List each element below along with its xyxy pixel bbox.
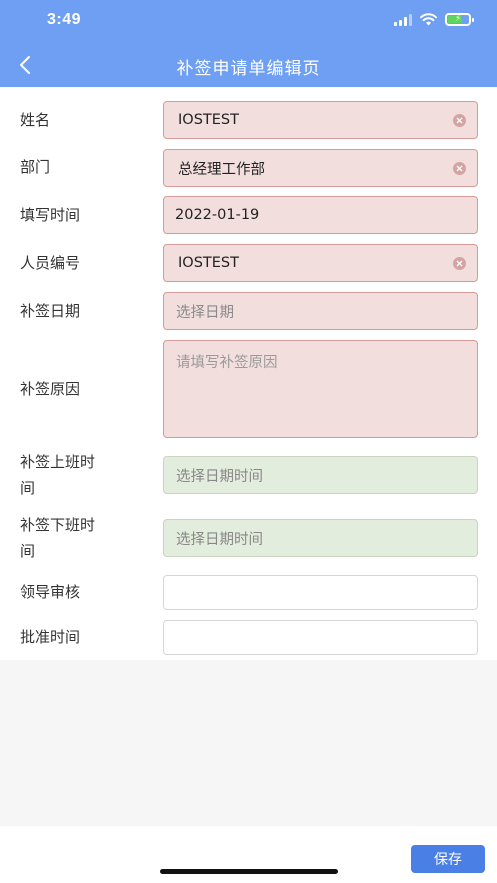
checkout-datetime-picker[interactable]: 选择日期时间 xyxy=(163,519,478,557)
emp-no-value: IOSTEST xyxy=(178,255,239,271)
checkin-datetime-picker[interactable]: 选择日期时间 xyxy=(163,456,478,494)
signal-icon xyxy=(394,13,412,26)
reason-placeholder: 请填写补签原因 xyxy=(176,355,278,371)
home-indicator xyxy=(160,869,338,874)
reason-label: 补签原因 xyxy=(20,380,81,398)
approver-field[interactable] xyxy=(163,575,478,610)
checkin-placeholder: 选择日期时间 xyxy=(176,468,263,485)
reason-textarea[interactable]: 请填写补签原因 xyxy=(163,340,478,438)
sign-date-label: 补签日期 xyxy=(20,302,81,320)
page-title: 补签申请单编辑页 xyxy=(176,59,321,79)
wifi-icon xyxy=(420,13,437,26)
approval-time-label: 批准时间 xyxy=(20,628,81,646)
dept-value: 总经理工作部 xyxy=(178,161,265,178)
dept-label: 部门 xyxy=(20,158,51,176)
name-field[interactable]: IOSTEST xyxy=(163,101,478,139)
clear-icon[interactable] xyxy=(453,162,466,175)
approval-time-field[interactable] xyxy=(163,620,478,655)
checkout-label: 补签下班时 间 xyxy=(20,512,95,564)
fill-time-field[interactable]: 2022-01-19 xyxy=(163,196,478,234)
emp-no-label: 人员编号 xyxy=(20,254,81,272)
approver-label: 领导审核 xyxy=(20,583,81,601)
checkin-label-line2: 间 xyxy=(20,479,36,497)
dept-field[interactable]: 总经理工作部 xyxy=(163,149,478,187)
name-value: IOSTEST xyxy=(178,112,239,128)
status-icons: ⚡ xyxy=(394,13,474,26)
status-time: 3:49 xyxy=(47,11,82,28)
name-label: 姓名 xyxy=(20,111,51,129)
sign-date-placeholder: 选择日期 xyxy=(176,304,234,321)
checkout-placeholder: 选择日期时间 xyxy=(176,531,263,548)
save-button[interactable]: 保存 xyxy=(411,845,485,873)
fill-time-label: 填写时间 xyxy=(20,206,81,224)
emp-no-field[interactable]: IOSTEST xyxy=(163,244,478,282)
checkin-label-line1: 补签上班时 xyxy=(20,453,96,471)
checkout-label-line1: 补签下班时 xyxy=(20,516,96,534)
edit-form: 姓名 IOSTEST 部门 总经理工作部 填写时间 2022-01-19 人员编… xyxy=(0,87,497,660)
checkin-label: 补签上班时 间 xyxy=(20,449,95,501)
sign-date-picker[interactable]: 选择日期 xyxy=(163,292,478,330)
fill-time-value: 2022-01-19 xyxy=(175,207,260,223)
clear-icon[interactable] xyxy=(453,114,466,127)
app-header: 3:49 ⚡ 补签申请单编辑页 xyxy=(0,0,497,87)
clear-icon[interactable] xyxy=(453,257,466,270)
checkout-label-line2: 间 xyxy=(20,542,36,560)
battery-icon: ⚡ xyxy=(445,13,474,26)
